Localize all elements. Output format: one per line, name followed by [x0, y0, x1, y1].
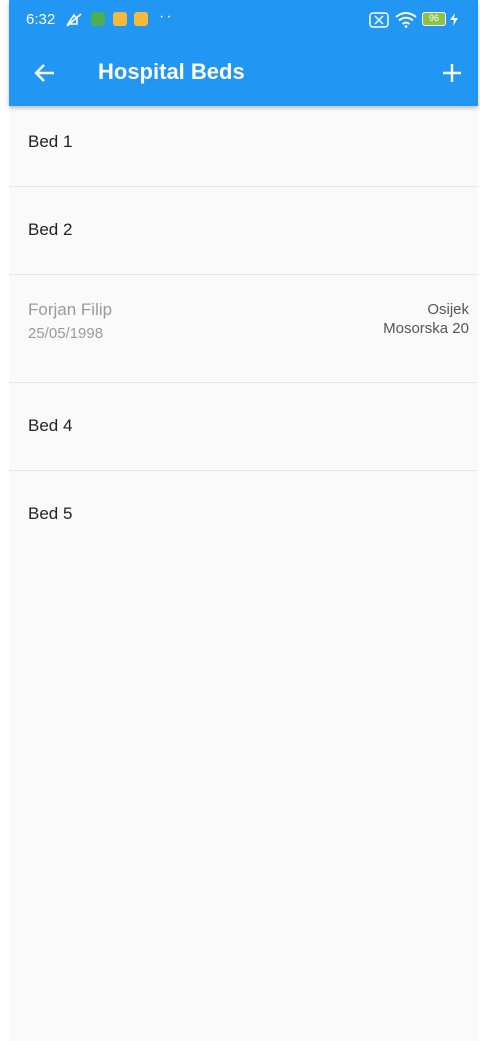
plus-icon [443, 64, 461, 82]
charging-icon [450, 13, 458, 26]
list-item-bed-4[interactable]: Bed 4 [9, 383, 478, 471]
bed-label: Bed 5 [28, 504, 73, 523]
app-screen: 6:32 ·· 96 Hospital Beds Bed 1 Bed 2 For… [9, 0, 478, 1041]
toolbar: Hospital Beds [9, 40, 478, 106]
battery-icon: 96 [422, 12, 446, 26]
sim-icon [369, 12, 389, 28]
patient-city: Osijek [427, 301, 469, 318]
bed-label: Bed 2 [28, 220, 73, 239]
bed-list: Bed 1 Bed 2 Forjan Filip 25/05/1998 Osij… [9, 99, 478, 559]
wifi-icon [395, 12, 417, 28]
page-title: Hospital Beds [98, 59, 245, 84]
notification-app-icon [113, 12, 127, 26]
status-bar: 6:32 ·· 96 [9, 0, 478, 40]
patient-address: Mosorska 20 [383, 320, 469, 337]
add-bed-button[interactable] [432, 53, 472, 93]
notification-app-icon [134, 12, 148, 26]
more-notifications-icon: ·· [159, 8, 174, 25]
list-item-bed-5[interactable]: Bed 5 [9, 471, 478, 559]
battery-level: 96 [428, 13, 439, 23]
status-time: 6:32 [26, 11, 56, 28]
list-item-bed-2[interactable]: Bed 2 [9, 187, 478, 275]
list-item-bed-1[interactable]: Bed 1 [9, 99, 478, 187]
bed-label: Bed 1 [28, 132, 73, 151]
mute-icon [66, 13, 82, 27]
patient-name: Forjan Filip [28, 300, 113, 319]
bed-label: Bed 4 [28, 416, 73, 435]
notification-app-icon [91, 12, 105, 26]
patient-dob: 25/05/1998 [28, 325, 104, 342]
back-button[interactable] [25, 53, 65, 93]
app-bar: 6:32 ·· 96 Hospital Beds [9, 0, 478, 106]
arrow-left-icon [34, 64, 54, 82]
list-item-occupied-bed[interactable]: Forjan Filip 25/05/1998 Osijek Mosorska … [9, 275, 478, 383]
